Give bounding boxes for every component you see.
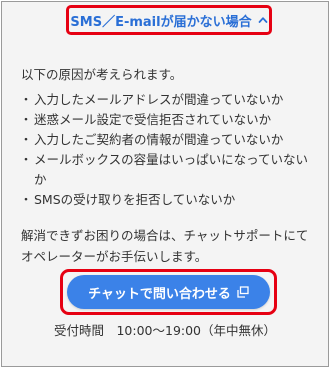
support-note-line2: オペレーターがお手伝いします。 [21,249,208,264]
reason-text: 入力したメールアドレスが間違っていないか [34,92,284,107]
reason-text: SMSの受け取りを拒否していないか [34,192,236,207]
support-note: 解消できずお困りの場合は、チャットサポートにて オペレーターがお手伝いします。 [21,225,321,267]
reason-list: ・ 入力したメールアドレスが間違っていないか ・ 迷惑メール設定で受信拒否されて… [18,90,318,210]
business-hours: 受付時間 10:00～19:00（年中無休） [53,323,277,338]
bullet: ・ [19,92,33,107]
list-item: ・ 入力したメールアドレスが間違っていないか [18,90,318,110]
chevron-up-icon [258,17,267,23]
accordion-toggle-sms-email[interactable]: SMS／E-mailが届かない場合 [66,5,272,35]
list-item: ・ SMSの受け取りを拒否していないか [18,190,318,210]
faq-panel: SMS／E-mailが届かない場合 以下の原因が考えられます。 ・ 入力したメー… [1,1,329,367]
list-item: ・ メールボックスの容量はいっぱいになっていないか [18,150,318,190]
chat-button-highlight: チャットで問い合わせる [60,269,277,315]
reason-text: 入力したご契約者の情報が間違っていないか [34,132,284,147]
accordion-title: SMS／E-mailが届かない場合 [70,14,252,30]
bullet: ・ [19,192,33,207]
chat-inquiry-button[interactable]: チャットで問い合わせる [67,275,270,309]
list-item: ・ 迷惑メール設定で受信拒否されていないか [18,110,318,130]
bullet: ・ [19,132,33,147]
list-item: ・ 入力したご契約者の情報が間違っていないか [18,130,318,150]
bullet: ・ [19,112,33,127]
reason-text: 迷惑メール設定で受信拒否されていないか [34,112,272,127]
support-note-line1: 解消できずお困りの場合は、チャットサポートにて [21,228,309,243]
intro-text: 以下の原因が考えられます。 [21,67,183,82]
chat-button-label: チャットで問い合わせる [88,286,231,302]
bullet: ・ [19,152,33,167]
reason-text: メールボックスの容量はいっぱいになっていないか [34,152,309,187]
external-window-icon [237,286,249,298]
